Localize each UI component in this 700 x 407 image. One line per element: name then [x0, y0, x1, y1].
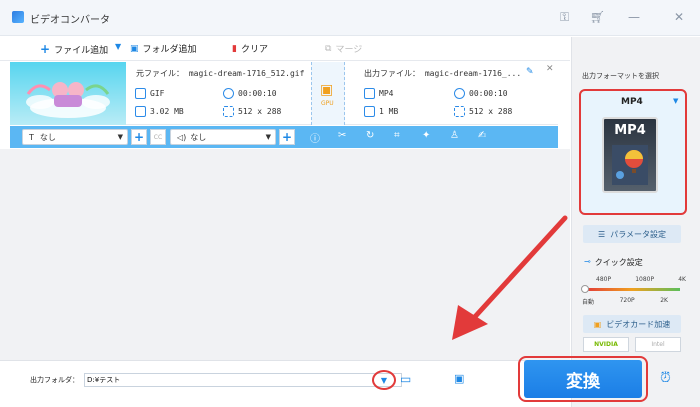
annotation-arrow: [452, 215, 568, 340]
